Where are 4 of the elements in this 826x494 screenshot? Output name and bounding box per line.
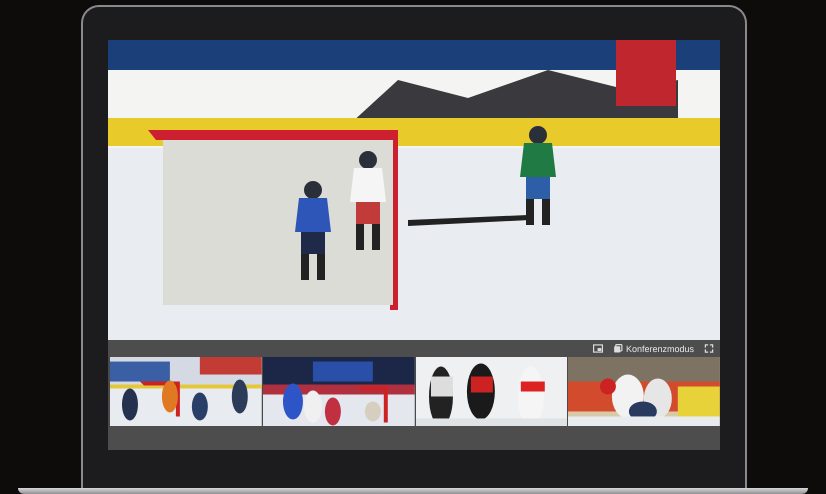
picture-in-picture-icon[interactable]	[592, 344, 603, 353]
fullscreen-icon[interactable]	[704, 344, 714, 353]
overlapping-windows-icon	[612, 344, 623, 353]
conference-mode-button[interactable]: Konferenzmodus	[612, 344, 694, 354]
